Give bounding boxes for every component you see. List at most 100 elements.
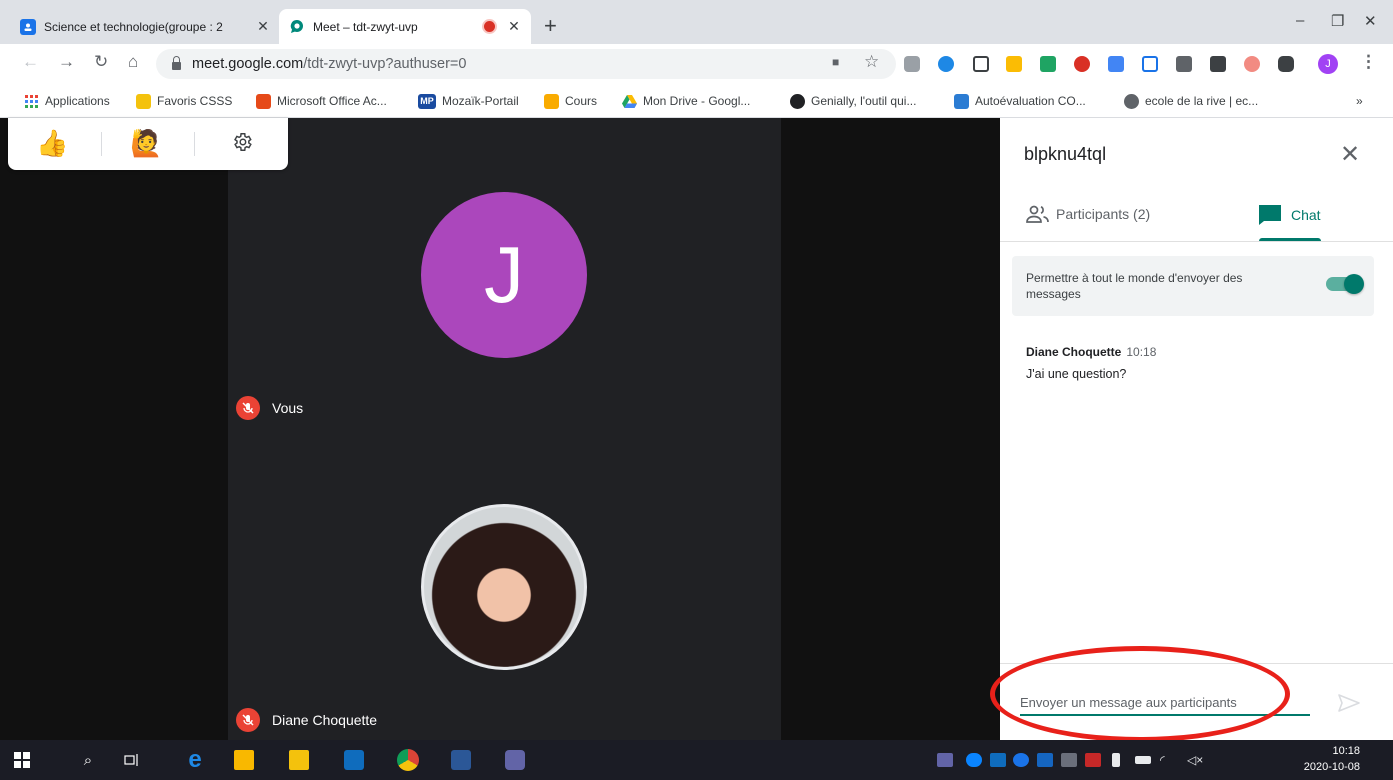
- thumbs-up-extension-icon[interactable]: [1006, 56, 1022, 72]
- tab-participants[interactable]: Participants (2): [1026, 204, 1150, 224]
- bookmark-label: Autoévaluation CO...: [975, 94, 1086, 108]
- back-arrow-icon[interactable]: ←: [22, 52, 39, 72]
- sticky-notes-icon[interactable]: [234, 750, 254, 770]
- lock-icon: [172, 56, 181, 70]
- tab-science-technologie[interactable]: Science et technologie(groupe : 2 ✕: [20, 9, 280, 44]
- drive-icon: [622, 94, 637, 109]
- bookmarks-overflow-button[interactable]: »: [1356, 93, 1363, 109]
- forward-arrow-icon[interactable]: →: [58, 52, 75, 72]
- mic-off-icon: [236, 708, 260, 732]
- participant-avatar-vous: J: [421, 192, 587, 358]
- extension-icon[interactable]: [1176, 56, 1192, 72]
- bookmark-label: Cours: [565, 94, 598, 108]
- tab-title: Meet – tdt-zwyt-uvp: [313, 19, 418, 34]
- windows-start-icon[interactable]: [12, 750, 32, 770]
- puzzle-icon[interactable]: [1278, 56, 1294, 72]
- address-bar[interactable]: meet.google.com/tdt-zwyt-uvp?authuser=0: [156, 49, 896, 79]
- taskbar-clock[interactable]: 10:18 2020-10-08: [1300, 743, 1360, 775]
- home-icon[interactable]: ⌂: [128, 52, 138, 72]
- permission-label: Permettre à tout le monde d'envoyer des …: [1026, 271, 1243, 301]
- reactions-bar: 👍 🙋: [8, 118, 288, 170]
- letterbox-right: [781, 118, 1000, 740]
- tray-icon[interactable]: [1013, 753, 1029, 767]
- extension-icon[interactable]: [904, 56, 920, 72]
- tab-meet[interactable]: Meet – tdt-zwyt-uvp ✕: [279, 9, 531, 44]
- edge-icon[interactable]: e: [185, 746, 205, 773]
- restore-button[interactable]: ❐: [1331, 12, 1344, 30]
- profile-avatar[interactable]: J: [1318, 54, 1338, 74]
- divider: [194, 132, 195, 156]
- toggle-knob: [1344, 274, 1364, 294]
- bookmark-ecole-de-la-rive[interactable]: ecole de la rive | ec...: [1124, 93, 1258, 109]
- minimize-button[interactable]: –: [1296, 12, 1304, 29]
- bookmark-applications[interactable]: Applications: [24, 93, 110, 109]
- close-tab-icon[interactable]: ✕: [505, 18, 523, 35]
- gear-icon[interactable]: [231, 131, 253, 153]
- teams-tray-icon[interactable]: [937, 753, 953, 767]
- network-tray-icon[interactable]: [1061, 753, 1077, 767]
- extension-icon[interactable]: [1244, 56, 1260, 72]
- task-view-icon[interactable]: [122, 750, 142, 770]
- camera-icon[interactable]: ■: [832, 55, 839, 69]
- office-icon: [256, 93, 271, 109]
- bookmark-label: Applications: [45, 94, 110, 108]
- outlook-icon[interactable]: [344, 750, 364, 770]
- forms-icon: [954, 93, 969, 109]
- close-panel-button[interactable]: ✕: [1340, 140, 1360, 169]
- chat-message-input[interactable]: [1020, 690, 1310, 716]
- grid-extension-icon[interactable]: [973, 56, 989, 72]
- volume-muted-icon[interactable]: ◁×: [1187, 753, 1203, 767]
- menu-kebab-icon[interactable]: ⋮: [1360, 52, 1377, 72]
- file-explorer-icon[interactable]: [289, 750, 309, 770]
- bookmark-cours[interactable]: Cours: [544, 93, 597, 109]
- word-icon[interactable]: [451, 750, 471, 770]
- send-icon[interactable]: [1338, 694, 1360, 712]
- teams-icon[interactable]: [505, 750, 525, 770]
- divider: [1000, 241, 1393, 242]
- letterbox-left: [0, 118, 228, 740]
- chat-message-header: Diane Choquette 10:18: [1026, 345, 1156, 359]
- translate-icon[interactable]: [1108, 56, 1124, 72]
- bookmark-favoris-csss[interactable]: Favoris CSSS: [136, 93, 232, 109]
- thumbs-up-reaction-button[interactable]: 👍: [36, 128, 68, 159]
- bookmark-genially[interactable]: Genially, l'outil qui...: [790, 93, 916, 109]
- screen-extension-icon[interactable]: [1142, 56, 1158, 72]
- genially-icon: [790, 93, 805, 109]
- reload-icon[interactable]: ↻: [94, 52, 108, 72]
- close-window-button[interactable]: ✕: [1364, 12, 1377, 30]
- chrome-icon[interactable]: [397, 749, 419, 771]
- usb-icon[interactable]: [1112, 753, 1120, 767]
- extension-icon[interactable]: [938, 56, 954, 72]
- star-icon[interactable]: ☆: [864, 52, 879, 72]
- tray-icon[interactable]: [1037, 753, 1053, 767]
- bookmark-mozaik-portail[interactable]: MP Mozaïk-Portail: [418, 93, 519, 109]
- bookmark-autoevaluation[interactable]: Autoévaluation CO...: [954, 93, 1086, 109]
- participant-name-diane: Diane Choquette: [272, 712, 378, 728]
- message-text: J'ai une question?: [1026, 367, 1127, 381]
- participant-photo-avatar: [421, 504, 587, 670]
- bookmark-microsoft-office[interactable]: Microsoft Office Ac...: [256, 93, 387, 109]
- drive-extension-icon[interactable]: [1040, 56, 1056, 72]
- new-tab-button[interactable]: +: [544, 13, 557, 39]
- classroom-icon: [20, 18, 36, 35]
- adblock-icon[interactable]: [1074, 56, 1090, 72]
- wifi-icon[interactable]: ◜: [1160, 753, 1176, 767]
- outlook-tray-icon[interactable]: [990, 753, 1006, 767]
- globe-icon: [1124, 93, 1139, 109]
- classroom-icon: [544, 93, 559, 109]
- close-tab-icon[interactable]: ✕: [254, 18, 272, 35]
- folder-icon: [136, 93, 151, 109]
- divider: [101, 132, 102, 156]
- battery-icon[interactable]: [1135, 756, 1151, 764]
- tab-chat[interactable]: Chat: [1258, 204, 1321, 226]
- tray-icon[interactable]: [1085, 753, 1101, 767]
- raise-hand-button[interactable]: 🙋: [130, 128, 162, 159]
- new-extension-icon[interactable]: [1210, 56, 1226, 72]
- allow-messages-toggle[interactable]: [1326, 274, 1364, 294]
- message-time: 10:18: [1126, 345, 1157, 359]
- message-sender: Diane Choquette: [1026, 345, 1122, 359]
- bookmark-mon-drive[interactable]: Mon Drive - Googl...: [622, 93, 750, 109]
- bookmark-label: Mozaïk-Portail: [442, 94, 519, 108]
- search-icon[interactable]: ⌕: [78, 750, 98, 770]
- onedrive-icon[interactable]: [966, 753, 982, 767]
